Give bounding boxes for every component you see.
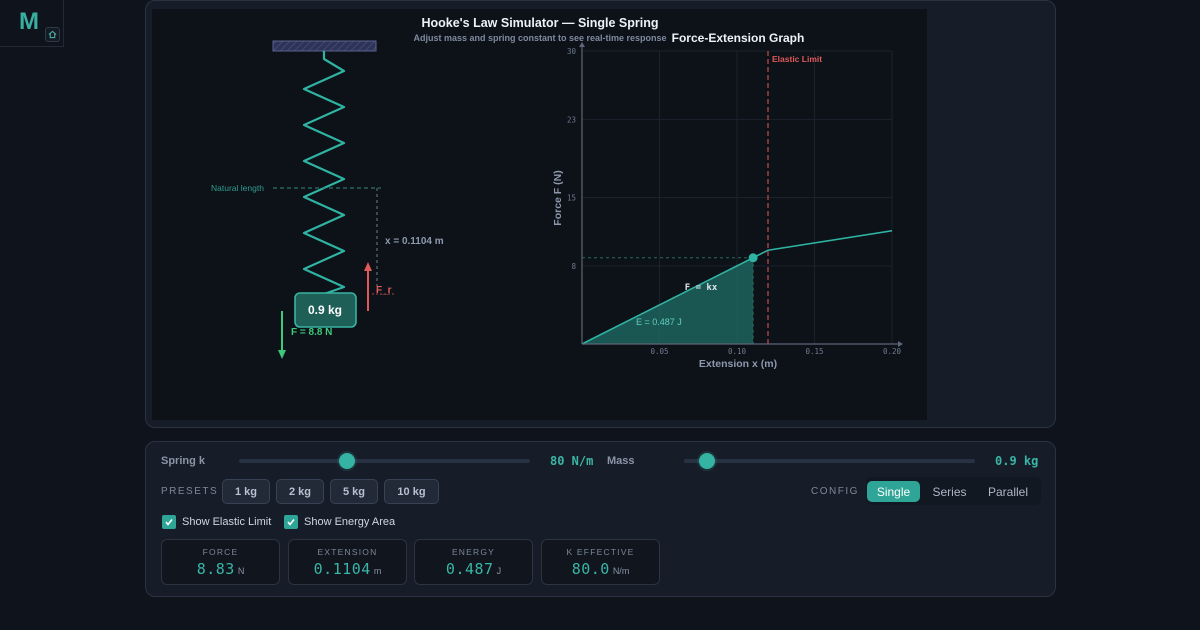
show-energy-area-checkbox[interactable]: Show Energy Area xyxy=(284,515,395,529)
config-parallel-button[interactable]: Parallel xyxy=(978,481,1038,502)
stat-label: FORCE xyxy=(202,547,239,557)
preset-5kg-button[interactable]: 5 kg xyxy=(330,479,378,504)
x-tick-label: 0.05 xyxy=(650,347,668,356)
simulation-panel: Hooke's Law Simulator — Single Spring Ad… xyxy=(145,0,1056,428)
checkbox-checked-icon xyxy=(162,515,176,529)
stat-label: K EFFECTIVE xyxy=(566,547,635,557)
presets-label: PRESETS xyxy=(161,486,219,497)
home-button[interactable] xyxy=(45,27,60,42)
energy-label: E = 0.487 J xyxy=(636,317,682,327)
show-elastic-limit-checkbox[interactable]: Show Elastic Limit xyxy=(162,515,271,529)
stat-label: ENERGY xyxy=(451,547,496,557)
stat-k-effective: K EFFECTIVE 80.0 N/m xyxy=(541,539,660,585)
mass-slider-thumb[interactable] xyxy=(699,453,716,469)
config-label: CONFIG xyxy=(811,486,859,497)
force-extension-graph: Force-Extension Graph 0.05 0.10 0.15 0.20 8… xyxy=(552,31,903,370)
y-tick-label: 15 xyxy=(567,194,576,203)
logo: M xyxy=(19,8,39,35)
stat-unit: J xyxy=(496,566,502,576)
y-tick-label: 23 xyxy=(567,115,576,124)
x-axis-label: Extension x (m) xyxy=(699,358,777,370)
config-selector: Single Series Parallel xyxy=(866,477,1041,505)
sim-title: Hooke's Law Simulator — Single Spring xyxy=(421,16,658,30)
spring-k-slider[interactable] xyxy=(239,459,530,463)
y-tick-label: 8 xyxy=(571,262,576,271)
stat-value: 0.1104 xyxy=(313,560,371,578)
stat-unit: N xyxy=(237,566,245,576)
show-elastic-limit-label: Show Elastic Limit xyxy=(182,516,272,528)
preset-10kg-button[interactable]: 10 kg xyxy=(384,479,439,504)
x-tick-label: 0.15 xyxy=(805,347,823,356)
simulation-canvas: Hooke's Law Simulator — Single Spring Ad… xyxy=(152,9,927,420)
config-series-button[interactable]: Series xyxy=(923,481,976,502)
x-tick-label: 0.10 xyxy=(728,347,747,356)
stat-force: FORCE 8.83 N xyxy=(161,539,280,585)
checkbox-checked-icon xyxy=(284,515,298,529)
show-energy-area-label: Show Energy Area xyxy=(304,516,396,528)
formula-label: F = kx xyxy=(685,283,718,293)
spring-coil xyxy=(302,51,346,301)
y-tick-label: 30 xyxy=(567,47,577,56)
weight-force-label: F = 8.8 N xyxy=(291,327,332,338)
spring-k-label: Spring k xyxy=(161,455,206,467)
x-tick-label: 0.20 xyxy=(883,347,902,356)
stat-extension: EXTENSION 0.1104 m xyxy=(288,539,407,585)
logo-area: M xyxy=(0,0,64,47)
stat-energy: ENERGY 0.487 J xyxy=(414,539,533,585)
control-panel: Spring k 80 N/m Mass 0.9 kg PRESETS 1 kg… xyxy=(145,441,1056,597)
current-point-marker xyxy=(748,253,758,263)
spring-k-slider-thumb[interactable] xyxy=(338,453,355,469)
preset-1kg-button[interactable]: 1 kg xyxy=(222,479,270,504)
elastic-limit-label: Elastic Limit xyxy=(772,54,822,64)
extension-label: x = 0.1104 m xyxy=(385,236,444,247)
home-icon xyxy=(48,30,57,39)
preset-2kg-button[interactable]: 2 kg xyxy=(276,479,324,504)
y-axis-label: Force F (N) xyxy=(552,170,564,225)
mass-slider[interactable] xyxy=(684,459,975,463)
stat-unit: m xyxy=(373,566,382,576)
sim-subtitle: Adjust mass and spring constant to see r… xyxy=(413,33,666,43)
mass-value: 0.9 kg xyxy=(995,454,1039,468)
graph-title: Force-Extension Graph xyxy=(672,31,805,45)
mass-slider-label: Mass xyxy=(607,455,635,467)
stat-value: 8.83 xyxy=(196,560,235,578)
stat-label: EXTENSION xyxy=(317,547,378,557)
config-single-button[interactable]: Single xyxy=(867,481,920,502)
spring-k-value: 80 N/m xyxy=(550,454,594,468)
natural-length-label: Natural length xyxy=(211,183,264,193)
stat-value: 80.0 xyxy=(571,560,610,578)
stat-value: 0.487 xyxy=(445,560,494,578)
stat-unit: N/m xyxy=(612,566,630,576)
mass-label: 0.9 kg xyxy=(308,303,342,317)
